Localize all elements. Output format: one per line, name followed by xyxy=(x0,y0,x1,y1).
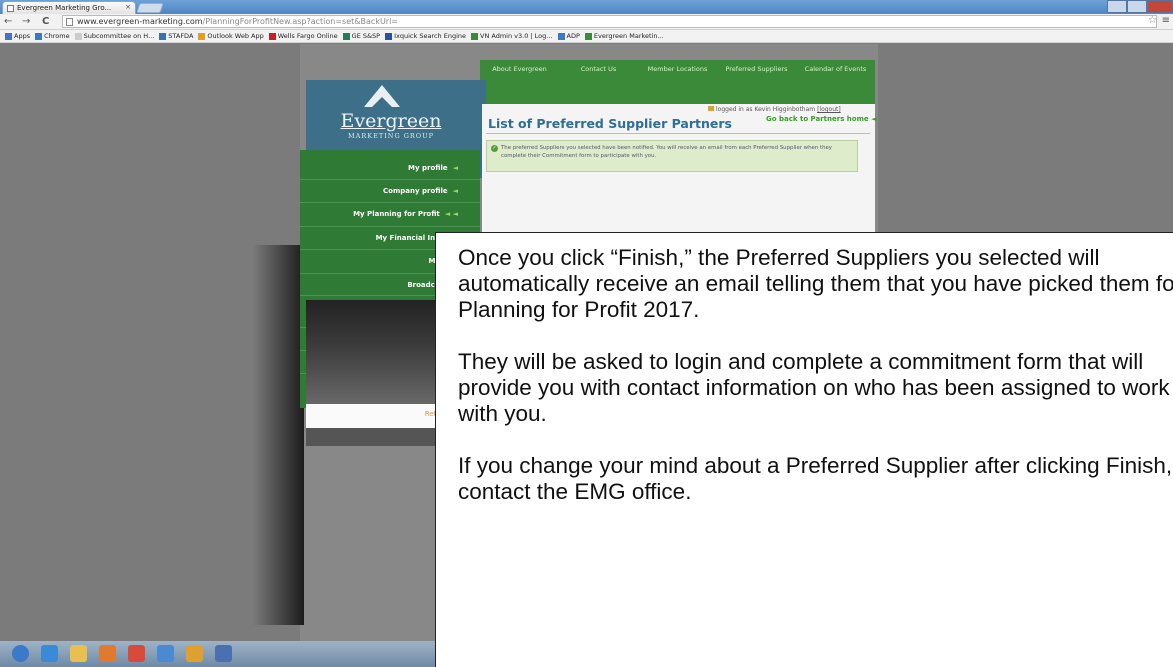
bookmark-item[interactable]: Outlook Web App xyxy=(198,32,264,40)
bookmark-item[interactable]: Evergreen Marketin... xyxy=(584,32,664,40)
callout-paragraph-2: They will be asked to login and complete… xyxy=(458,349,1170,426)
sidebar-item[interactable]: My Planning for Profit ◄ ◄ xyxy=(353,210,458,218)
sidebar-separator xyxy=(300,202,480,203)
bookmark-item[interactable]: Ixquick Search Engine xyxy=(385,32,466,40)
bookmark-item[interactable]: Chrome xyxy=(35,32,70,40)
check-icon: ✓ xyxy=(491,145,498,152)
bookmark-label: ADP xyxy=(566,32,580,40)
stafda-icon xyxy=(159,32,167,40)
back-to-partners-link[interactable]: Go back to Partners home ◄ xyxy=(766,115,876,123)
url-host: www.evergreen-marketing.com xyxy=(77,17,203,26)
windows-start-icon[interactable] xyxy=(12,645,29,662)
logo-subtitle: MARKETING GROUP xyxy=(348,132,434,140)
arrow-left-icon: ◄ xyxy=(452,164,458,172)
browser-titlebar xyxy=(0,0,1173,14)
maximize-button[interactable] xyxy=(1127,0,1147,13)
address-bar-row: ← → C www.evergreen-marketing.com/Planni… xyxy=(0,14,1173,30)
bookmark-label: Subcommittee on H... xyxy=(83,32,155,40)
bookmark-item[interactable]: VN Admin v3.0 | Log... xyxy=(471,32,553,40)
evergreen-logo-inner-icon xyxy=(372,97,392,107)
bookmark-label: Chrome xyxy=(44,32,70,40)
star-icon xyxy=(385,32,393,40)
lock-icon xyxy=(708,106,714,111)
internet-explorer-icon[interactable] xyxy=(41,645,58,662)
window-icon[interactable] xyxy=(215,645,232,662)
divider xyxy=(486,133,870,134)
page-icon xyxy=(66,18,73,26)
topnav-item[interactable]: Preferred Suppliers xyxy=(717,60,796,104)
page-title: List of Preferred Supplier Partners xyxy=(488,116,732,131)
callout-paragraph-3: If you change your mind about a Preferre… xyxy=(458,453,1173,504)
file-explorer-icon[interactable] xyxy=(70,645,87,662)
browser-tab[interactable]: Evergreen Marketing Gro... × xyxy=(2,1,136,14)
url-path: /PlanningForProfitNew.asp?action=set&Bac… xyxy=(202,17,399,26)
page-icon xyxy=(74,32,82,40)
bookmark-label: GE S&SP xyxy=(351,32,381,40)
evergreen-icon xyxy=(584,32,592,40)
new-tab-button[interactable] xyxy=(136,3,164,13)
topnav-item[interactable]: Contact Us xyxy=(559,60,638,104)
site-top-navigation: About Evergreen Contact Us Member Location… xyxy=(480,60,875,104)
login-status: logged in as Kevin Higginbotham [logout] xyxy=(708,106,841,113)
bookmark-item[interactable]: Wells Fargo Online xyxy=(268,32,338,40)
callout-paragraph-1: Once you click “Finish,” the Preferred S… xyxy=(458,245,1173,322)
forward-arrow-icon[interactable]: → xyxy=(22,16,30,27)
window-controls xyxy=(1107,0,1173,13)
adp-icon xyxy=(557,32,565,40)
ge-icon xyxy=(342,32,350,40)
bookmark-item[interactable]: STAFDA xyxy=(159,32,193,40)
bookmark-label: Apps xyxy=(14,32,31,40)
bookmark-label: Wells Fargo Online xyxy=(277,32,338,40)
tab-title: Evergreen Marketing Gro... xyxy=(17,4,112,12)
sidebar-item[interactable]: My profile ◄ xyxy=(408,164,458,172)
page-favicon-icon xyxy=(7,5,14,12)
success-notice: ✓ The preferred Suppliers you selected h… xyxy=(486,140,858,172)
bookmark-label: VN Admin v3.0 | Log... xyxy=(480,32,553,40)
bookmark-item[interactable]: Subcommittee on H... xyxy=(74,32,155,40)
bookmark-label: Outlook Web App xyxy=(207,32,264,40)
chrome-icon[interactable] xyxy=(128,645,145,662)
bookmark-star-icon[interactable]: ☆ xyxy=(1148,15,1157,26)
bookmark-item[interactable]: GE S&SP xyxy=(342,32,381,40)
screen: Evergreen Marketing Gro... × ← → C www.e… xyxy=(0,0,1173,667)
apps-grid-icon xyxy=(5,32,12,40)
close-window-button[interactable] xyxy=(1147,0,1173,13)
arrow-left-icon: ◄ ◄ xyxy=(444,210,458,218)
topnav-item[interactable]: Calendar of Events xyxy=(796,60,875,104)
url-input[interactable]: www.evergreen-marketing.com/PlanningForP… xyxy=(62,15,1157,28)
chrome-icon xyxy=(35,32,43,40)
logo-name[interactable]: Evergreen xyxy=(306,110,476,132)
reload-icon[interactable]: C xyxy=(42,16,49,27)
bookmark-label: Ixquick Search Engine xyxy=(394,32,467,40)
login-text: logged in as Kevin Higginbotham xyxy=(716,106,816,113)
topnav-item[interactable]: Member Locations xyxy=(638,60,717,104)
outlook-icon xyxy=(198,32,206,40)
sidebar-item[interactable]: Company profile ◄ xyxy=(383,187,458,195)
wellsfargo-icon xyxy=(268,32,276,40)
sidebar-item-label: My Planning for Profit xyxy=(353,210,440,218)
bookmark-label: STAFDA xyxy=(168,32,194,40)
arrow-left-icon: ◄ xyxy=(452,187,458,195)
outlook-icon[interactable] xyxy=(186,645,203,662)
bookmark-item[interactable]: Apps xyxy=(5,32,30,40)
back-arrow-icon[interactable]: ← xyxy=(4,16,12,27)
bookmarks-bar: Apps Chrome Subcommittee on H... STAFDA Outl… xyxy=(0,30,1173,43)
browser-menu-icon[interactable]: ≡ xyxy=(1162,15,1170,26)
bookmark-item[interactable]: ADP xyxy=(557,32,580,40)
tab-close-icon[interactable]: × xyxy=(125,3,131,11)
sidebar-shadow xyxy=(252,245,304,625)
minimize-button[interactable] xyxy=(1107,0,1127,13)
sidebar-item-label: Company profile xyxy=(383,187,448,195)
topnav-item[interactable]: About Evergreen xyxy=(480,60,559,104)
instruction-callout: Once you click “Finish,” the Preferred S… xyxy=(435,232,1173,667)
bookmark-label: Evergreen Marketin... xyxy=(593,32,664,40)
media-player-icon[interactable] xyxy=(99,645,116,662)
logout-link[interactable]: [logout] xyxy=(817,106,841,113)
sidebar-separator xyxy=(300,179,480,180)
sidebar-item-label: My profile xyxy=(408,164,448,172)
vn-icon xyxy=(471,32,479,40)
people-icon[interactable] xyxy=(157,645,174,662)
notice-text: The preferred Suppliers you selected hav… xyxy=(501,145,832,159)
sidebar-separator xyxy=(300,226,480,227)
